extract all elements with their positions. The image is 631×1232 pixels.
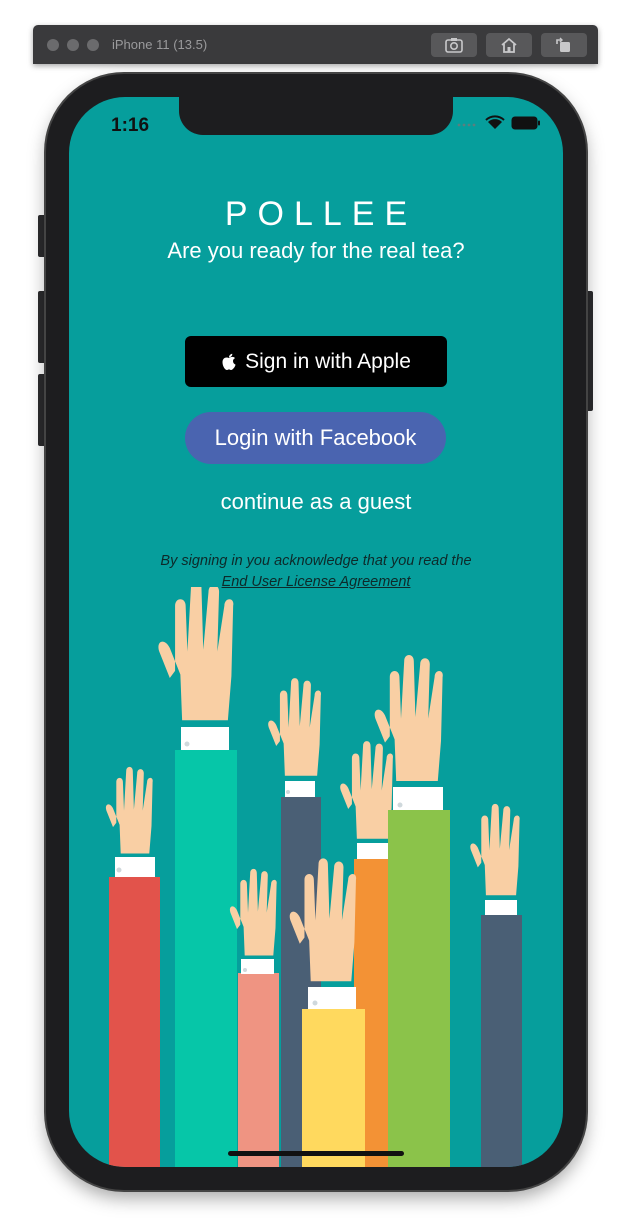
home-button[interactable] (486, 33, 532, 57)
rotate-icon (556, 37, 570, 52)
battery-icon (511, 116, 540, 129)
window-zoom-button[interactable] (87, 39, 99, 51)
window-close-button[interactable] (47, 39, 59, 51)
window-minimize-button[interactable] (67, 39, 79, 51)
screenshot-button[interactable] (431, 33, 477, 57)
apple-button-label: Sign in with Apple (245, 349, 411, 373)
screenshot-icon (445, 38, 463, 53)
simulator-title-bar: iPhone 11 (13.5) (33, 25, 598, 64)
raised-hands-illustration-icon (105, 587, 522, 1167)
continue-as-guest-link[interactable]: continue as a guest (69, 489, 563, 515)
home-icon (501, 37, 517, 53)
wifi-icon (485, 115, 505, 129)
status-bar-time: 1:16 (111, 115, 150, 136)
phone-screen: 1:16 POLLEE Are you ready for the real t… (69, 97, 563, 1167)
login-with-facebook-button[interactable]: Login with Facebook (185, 412, 446, 464)
app-tagline: Are you ready for the real tea? (167, 238, 465, 263)
apple-logo-icon (222, 353, 236, 370)
cellular-icon (457, 123, 476, 126)
notch (179, 97, 453, 135)
app-title: POLLEE (224, 195, 418, 233)
volume-down-button (38, 374, 46, 446)
volume-up-button (38, 291, 46, 363)
rotate-button[interactable] (541, 33, 587, 57)
legal-notice: By signing in you acknowledge that you r… (160, 553, 472, 569)
home-indicator[interactable] (228, 1151, 404, 1156)
sign-in-with-apple-button[interactable]: Sign in with Apple (185, 336, 447, 387)
status-bar-icons (457, 115, 541, 130)
facebook-button-label: Login with Facebook (214, 425, 417, 450)
power-button (585, 291, 593, 411)
simulator-device-title: iPhone 11 (13.5) (112, 37, 208, 52)
silent-switch (38, 215, 46, 257)
